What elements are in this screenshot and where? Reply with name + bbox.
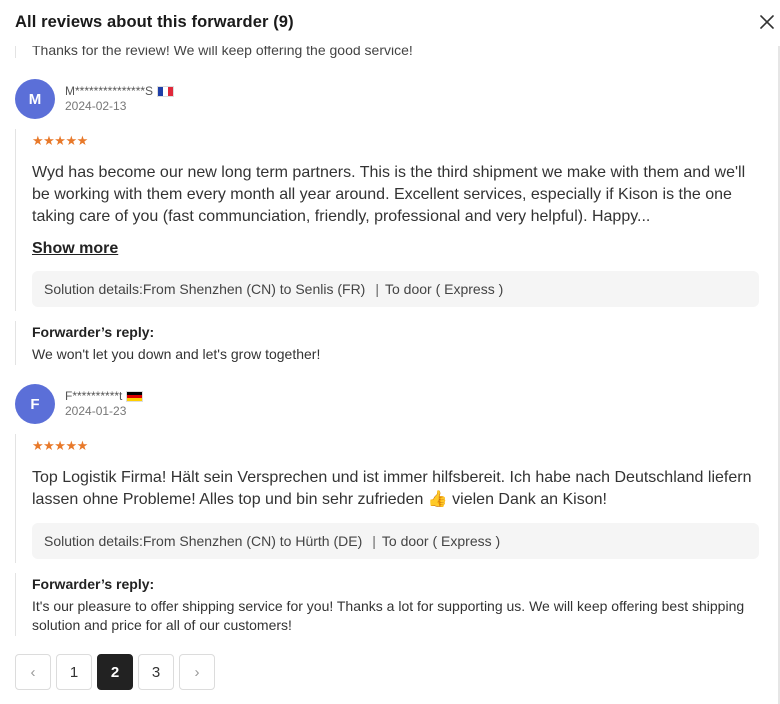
solution-prefix: Solution details: xyxy=(44,281,143,297)
dialog-title: All reviews about this forwarder (9) xyxy=(15,13,294,31)
chevron-left-icon: ‹ xyxy=(30,663,36,681)
solution-service: To door ( Express ) xyxy=(381,533,501,549)
solution-separator: | xyxy=(372,533,376,549)
dialog-header: All reviews about this forwarder (9) xyxy=(0,0,780,46)
reviewer-name-text: M***************S xyxy=(65,84,154,98)
review-date: 2024-01-23 xyxy=(65,404,127,418)
close-button[interactable] xyxy=(757,12,777,32)
page-3-button[interactable]: 3 xyxy=(138,654,174,690)
solution-service: To door ( Express ) xyxy=(385,281,504,297)
review-body: ★★★★★ Wyd has become our new long term p… xyxy=(15,129,760,311)
star-rating: ★★★★★ xyxy=(32,133,88,148)
solution-route: From Shenzhen (CN) to Hürth (DE) xyxy=(142,533,363,549)
avatar: M xyxy=(15,79,55,119)
reply-label: Forwarder’s reply: xyxy=(32,324,155,340)
reviews-scroll-area[interactable]: Thanks for the review! We will keep offe… xyxy=(0,0,780,704)
review-date: 2024-02-13 xyxy=(65,99,127,113)
solution-separator: | xyxy=(375,281,379,297)
close-icon xyxy=(760,15,774,29)
france-flag-icon xyxy=(157,85,175,97)
reply-text: It's our pleasure to offer shipping serv… xyxy=(32,598,745,633)
prev-page-button[interactable]: ‹ xyxy=(15,654,51,690)
reply-label: Forwarder’s reply: xyxy=(32,576,155,592)
solution-details: Solution details: From Shenzhen (CN) to … xyxy=(32,271,759,307)
chevron-right-icon: › xyxy=(194,663,200,681)
avatar-letter: M xyxy=(28,90,42,108)
reviewer-name-text: F**********t xyxy=(65,389,123,403)
show-more-link[interactable]: Show more xyxy=(32,240,118,258)
avatar: F xyxy=(15,384,55,424)
reviewer-name: F**********t xyxy=(65,389,144,403)
review-body: ★★★★★ Top Logistik Firma! Hält sein Vers… xyxy=(15,434,760,563)
forwarder-reply: Forwarder’s reply: We won't let you down… xyxy=(15,321,760,365)
star-rating: ★★★★★ xyxy=(32,438,88,453)
avatar-letter: F xyxy=(30,395,40,413)
review-text: Wyd has become our new long term partner… xyxy=(32,164,746,225)
review-text: Top Logistik Firma! Hält sein Verspreche… xyxy=(32,469,752,508)
page-1-button[interactable]: 1 xyxy=(56,654,92,690)
reviewer-name: M***************S xyxy=(65,84,175,98)
solution-route: From Shenzhen (CN) to Senlis (FR) xyxy=(142,281,366,297)
germany-flag-icon xyxy=(126,390,144,402)
pagination: ‹ 1 2 3 › xyxy=(15,654,215,690)
page-2-button[interactable]: 2 xyxy=(97,654,133,690)
next-page-button[interactable]: › xyxy=(179,654,215,690)
forwarder-reply: Forwarder’s reply: It's our pleasure to … xyxy=(15,573,760,636)
reply-text: We won't let you down and let's grow tog… xyxy=(32,346,321,362)
solution-prefix: Solution details: xyxy=(44,533,143,549)
solution-details: Solution details: From Shenzhen (CN) to … xyxy=(32,523,759,559)
